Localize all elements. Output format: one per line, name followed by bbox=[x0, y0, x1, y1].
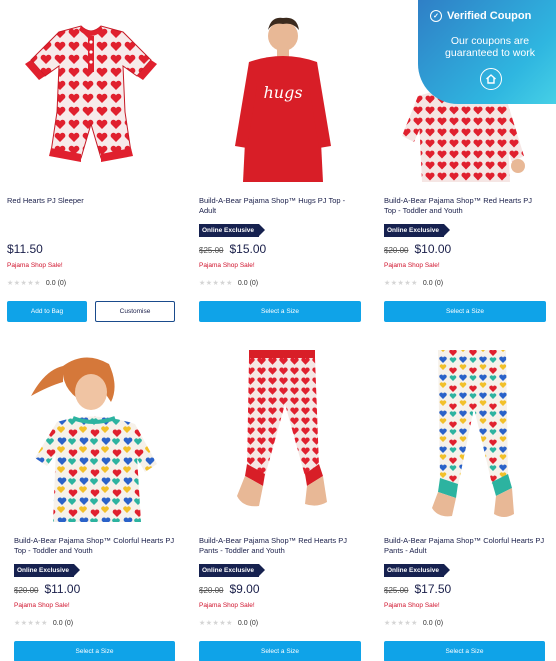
rating-text: 0.0 (0) bbox=[237, 619, 259, 627]
product-name[interactable]: Build-A-Bear Pajama Shop™ Red Hearts PJ … bbox=[199, 536, 361, 556]
select-size-button[interactable]: Select a Size bbox=[14, 641, 175, 661]
rating: ★★★★★ 0.0 (0) bbox=[199, 278, 258, 288]
star-rating-icon: ★★★★★ bbox=[14, 620, 48, 627]
coupon-subtitle: Our coupons are guaranteed to work bbox=[445, 35, 535, 59]
star-rating-icon: ★★★★★ bbox=[384, 280, 418, 287]
rating-text: 0.0 (0) bbox=[45, 279, 67, 287]
product-name[interactable]: Build-A-Bear Pajama Shop™ Colorful Heart… bbox=[14, 536, 176, 556]
online-exclusive-badge: Online Exclusive bbox=[384, 564, 451, 577]
colorful-hearts-pants-image bbox=[432, 350, 514, 517]
promo-text: Pajama Shop Sale! bbox=[199, 602, 255, 609]
rating: ★★★★★ 0.0 (0) bbox=[384, 278, 443, 288]
online-exclusive-badge: Online Exclusive bbox=[384, 224, 451, 237]
price-row: $20.00 $10.00 bbox=[384, 242, 451, 258]
sleeper-image bbox=[25, 25, 157, 162]
product-name[interactable]: Build-A-Bear Pajama Shop™ Colorful Heart… bbox=[384, 536, 546, 556]
price-row: $25.00 $15.00 bbox=[199, 242, 266, 258]
price-row: $20.00 $9.00 bbox=[199, 582, 260, 598]
product-card: Build-A-Bear Pajama Shop™ Red Hearts PJ … bbox=[199, 346, 367, 661]
home-icon[interactable] bbox=[480, 68, 502, 90]
star-rating-icon: ★★★★★ bbox=[199, 620, 233, 627]
rating: ★★★★★ 0.0 (0) bbox=[7, 278, 66, 288]
promo-text: Pajama Shop Sale! bbox=[7, 262, 63, 269]
select-size-button[interactable]: Select a Size bbox=[199, 301, 361, 322]
current-price: $11.50 bbox=[7, 242, 43, 256]
rating: ★★★★★ 0.0 (0) bbox=[199, 618, 258, 628]
was-price: $20.00 bbox=[199, 586, 224, 595]
hugs-text: hugs bbox=[263, 83, 302, 102]
product-card: hugs Build-A-Bear Pajama Shop™ Hugs PJ T… bbox=[199, 6, 367, 326]
online-exclusive-badge: Online Exclusive bbox=[14, 564, 81, 577]
hugs-top-image: hugs bbox=[235, 17, 331, 182]
check-circle-icon: ✓ bbox=[430, 10, 442, 22]
star-rating-icon: ★★★★★ bbox=[7, 280, 41, 287]
product-image[interactable] bbox=[14, 346, 182, 522]
add-to-bag-button[interactable]: Add to Bag bbox=[7, 301, 87, 322]
was-price: $20.00 bbox=[384, 246, 409, 255]
product-card: Red Hearts PJ Sleeper $11.50 Pajama Shop… bbox=[7, 6, 175, 326]
rating-text: 0.0 (0) bbox=[422, 619, 444, 627]
current-price: $11.00 bbox=[44, 582, 81, 596]
current-price: $15.00 bbox=[229, 242, 267, 256]
promo-text: Pajama Shop Sale! bbox=[199, 262, 255, 269]
coupon-title: Verified Coupon bbox=[447, 10, 532, 22]
product-card: Build-A-Bear Pajama Shop™ Colorful Heart… bbox=[14, 346, 182, 661]
select-size-button[interactable]: Select a Size bbox=[199, 641, 361, 661]
price-row: $11.50 bbox=[7, 242, 43, 258]
was-price: $25.00 bbox=[384, 586, 409, 595]
product-image[interactable]: hugs bbox=[199, 6, 367, 182]
home-glyph-icon bbox=[486, 74, 496, 84]
current-price: $17.50 bbox=[414, 582, 452, 596]
online-exclusive-badge: Online Exclusive bbox=[199, 224, 266, 237]
verified-coupon-widget[interactable]: ✓ Verified Coupon Our coupons are guaran… bbox=[418, 0, 556, 104]
red-hearts-pants-image bbox=[237, 350, 327, 507]
product-image[interactable] bbox=[384, 346, 552, 522]
product-image[interactable] bbox=[199, 346, 367, 522]
product-image[interactable] bbox=[7, 6, 175, 182]
price-row: $25.00 $17.50 bbox=[384, 582, 451, 598]
rating-text: 0.0 (0) bbox=[422, 279, 444, 287]
was-price: $20.00 bbox=[14, 586, 39, 595]
promo-text: Pajama Shop Sale! bbox=[384, 262, 440, 269]
rating-text: 0.0 (0) bbox=[237, 279, 259, 287]
product-card: Build-A-Bear Pajama Shop™ Colorful Heart… bbox=[384, 346, 552, 661]
product-name[interactable]: Red Hearts PJ Sleeper bbox=[7, 196, 169, 206]
product-name[interactable]: Build-A-Bear Pajama Shop™ Red Hearts PJ … bbox=[384, 196, 546, 216]
colorful-hearts-top-image bbox=[31, 357, 157, 522]
was-price: $25.00 bbox=[199, 246, 224, 255]
price-row: $20.00 $11.00 bbox=[14, 582, 80, 598]
promo-text: Pajama Shop Sale! bbox=[14, 602, 70, 609]
current-price: $10.00 bbox=[414, 242, 452, 256]
star-rating-icon: ★★★★★ bbox=[199, 280, 233, 287]
rating: ★★★★★ 0.0 (0) bbox=[384, 618, 443, 628]
rating: ★★★★★ 0.0 (0) bbox=[14, 618, 73, 628]
select-size-button[interactable]: Select a Size bbox=[384, 641, 545, 661]
rating-text: 0.0 (0) bbox=[52, 619, 74, 627]
promo-text: Pajama Shop Sale! bbox=[384, 602, 440, 609]
customise-button[interactable]: Customise bbox=[95, 301, 175, 322]
online-exclusive-badge: Online Exclusive bbox=[199, 564, 266, 577]
coupon-header: ✓ Verified Coupon bbox=[430, 10, 531, 22]
star-rating-icon: ★★★★★ bbox=[384, 620, 418, 627]
product-name[interactable]: Build-A-Bear Pajama Shop™ Hugs PJ Top - … bbox=[199, 196, 361, 216]
select-size-button[interactable]: Select a Size bbox=[384, 301, 546, 322]
current-price: $9.00 bbox=[229, 582, 260, 596]
